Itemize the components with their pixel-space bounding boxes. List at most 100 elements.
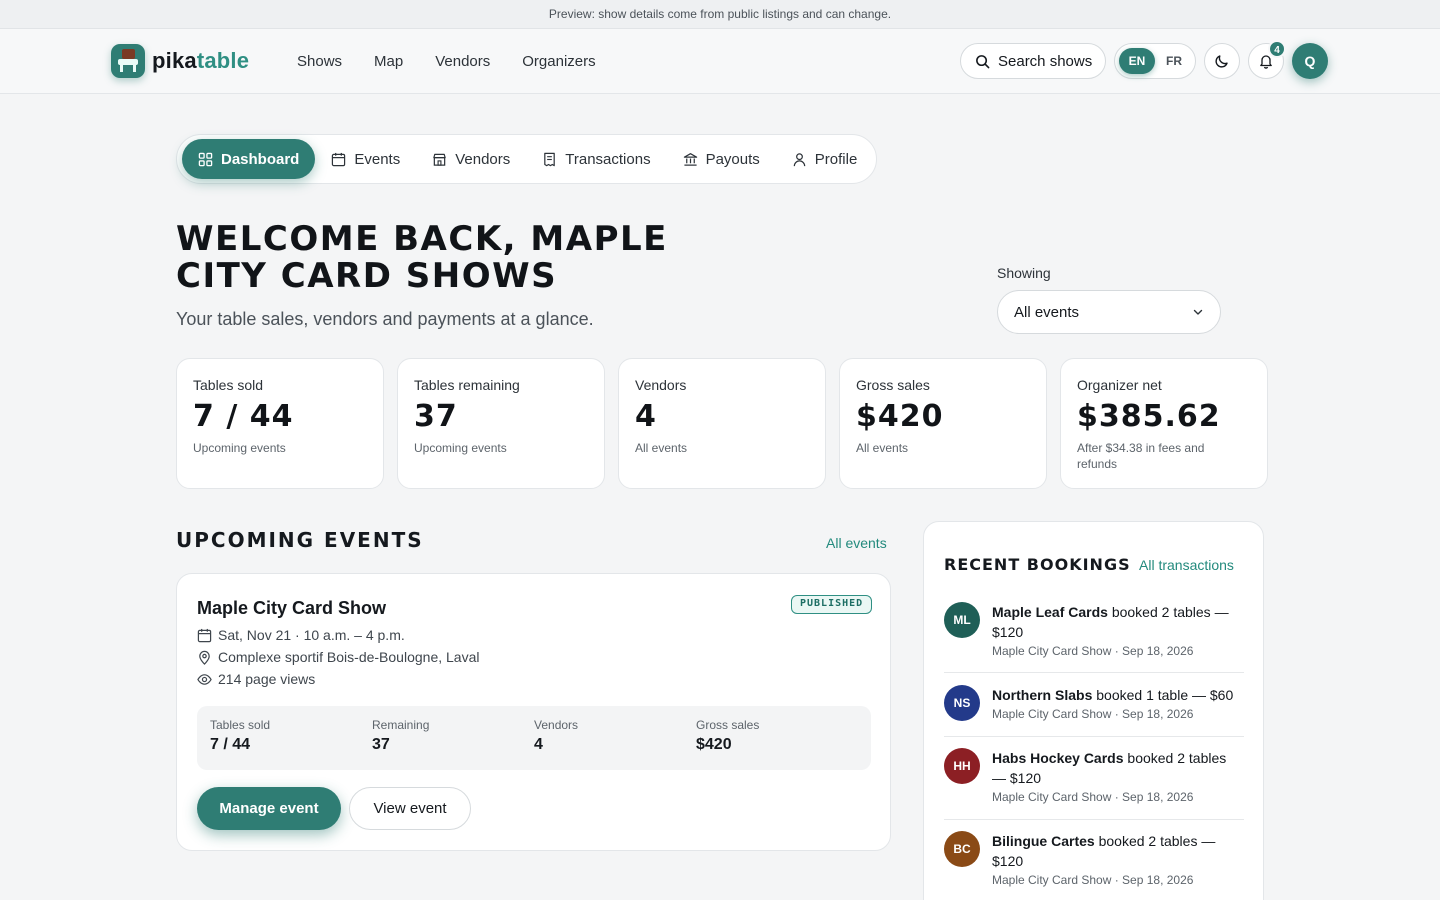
vendor-avatar: HH	[944, 748, 980, 784]
notification-count-badge: 4	[1268, 40, 1286, 58]
dashboard-subnav: Dashboard Events Vendors Transactions Pa…	[176, 134, 877, 184]
stat-value: $385.62	[1077, 399, 1221, 434]
event-name[interactable]: Maple City Card Show	[197, 598, 386, 619]
event-filter-select[interactable]: All events	[997, 290, 1221, 334]
vendor-avatar: BC	[944, 831, 980, 867]
stat-card-organizer-net: Organizer net $385.62 After $34.38 in fe…	[1060, 358, 1268, 489]
event-card: Maple City Card Show PUBLISHED Sat, Nov …	[176, 573, 891, 851]
divider	[944, 736, 1244, 737]
event-metrics: Tables sold 7 / 44 Remaining 37 Vendors …	[197, 706, 871, 770]
upcoming-events-heading: Upcoming events	[176, 528, 424, 552]
vendor-name: Bilingue Cartes	[992, 833, 1095, 849]
nav-link-map[interactable]: Map	[374, 53, 403, 70]
chevron-down-icon	[1193, 309, 1203, 315]
nav-link-organizers[interactable]: Organizers	[522, 53, 595, 70]
stat-label: Vendors	[635, 377, 687, 393]
receipt-icon	[544, 152, 556, 166]
brand-name: pikatable	[152, 48, 250, 73]
metric-vendors: Vendors 4	[534, 718, 696, 758]
metric-remaining: Remaining 37	[372, 718, 534, 758]
all-transactions-link[interactable]: All transactions	[1139, 557, 1234, 573]
tab-events[interactable]: Events	[315, 139, 416, 179]
metric-value: 37	[372, 736, 390, 753]
tab-label: Events	[354, 150, 401, 168]
eye-icon	[197, 673, 212, 685]
stat-label: Tables remaining	[414, 377, 520, 393]
tab-profile[interactable]: Profile	[776, 139, 874, 179]
page-title: Welcome back, Maple City Card Shows	[176, 219, 668, 296]
booking-text: Bilingue Cartes booked 2 tables — $120 M…	[992, 831, 1244, 889]
stat-subtext: All events	[856, 441, 909, 455]
view-event-button[interactable]: View event	[349, 787, 471, 830]
stat-card-vendors: Vendors 4 All events	[618, 358, 826, 489]
stat-label: Organizer net	[1077, 377, 1162, 393]
vendor-name: Northern Slabs	[992, 687, 1093, 703]
event-filter-value: All events	[1014, 303, 1080, 321]
lang-en-button[interactable]: EN	[1119, 48, 1155, 74]
calendar-icon	[332, 152, 346, 166]
tab-label: Vendors	[455, 150, 511, 168]
search-label: Search shows	[998, 52, 1093, 70]
tab-label: Payouts	[705, 150, 760, 168]
metric-value: $420	[696, 736, 732, 753]
tab-label: Transactions	[565, 150, 651, 168]
lang-fr-button[interactable]: FR	[1159, 54, 1189, 68]
search-shows-button[interactable]: Search shows	[960, 43, 1106, 79]
calendar-icon	[197, 628, 212, 642]
storefront-icon	[433, 153, 446, 166]
metric-label: Remaining	[372, 718, 430, 732]
event-views: 214 page views	[197, 671, 315, 687]
booking-meta: Maple City Card Show · Sep 18, 2026	[992, 790, 1194, 804]
map-pin-icon	[199, 650, 210, 665]
event-date: Sat, Nov 21 · 10 a.m. – 4 p.m.	[197, 627, 405, 643]
booking-meta: Maple City Card Show · Sep 18, 2026	[992, 644, 1194, 658]
booking-meta: Maple City Card Show · Sep 18, 2026	[992, 873, 1194, 887]
metric-label: Tables sold	[210, 718, 271, 732]
tab-dashboard[interactable]: Dashboard	[182, 139, 316, 179]
all-events-link[interactable]: All events	[826, 535, 887, 551]
top-navigation: pikatable Shows Map Vendors Organizers S…	[0, 29, 1440, 94]
manage-event-button[interactable]: Manage event	[197, 787, 341, 830]
vendor-name: Habs Hockey Cards	[992, 750, 1124, 766]
stats-row: Tables sold 7 / 44 Upcoming events Table…	[176, 358, 1268, 489]
page-tagline: Your table sales, vendors and payments a…	[176, 309, 594, 329]
table-logo-icon	[111, 44, 145, 78]
showing-label: Showing	[997, 265, 1051, 281]
stat-card-tables-remaining: Tables remaining 37 Upcoming events	[397, 358, 605, 489]
recent-bookings-panel: Recent bookings All transactions ML Mapl…	[923, 521, 1264, 900]
vendor-avatar: ML	[944, 602, 980, 638]
moon-icon	[1215, 55, 1228, 68]
event-date-text: Sat, Nov 21 · 10 a.m. – 4 p.m.	[218, 627, 405, 643]
tab-transactions[interactable]: Transactions	[526, 139, 666, 179]
stat-subtext: Upcoming events	[414, 441, 507, 455]
stat-value: $420	[856, 399, 944, 434]
nav-link-shows[interactable]: Shows	[297, 53, 342, 70]
stat-value: 4	[635, 399, 657, 434]
stat-subtext: After $34.38 in fees and refunds	[1077, 441, 1205, 471]
booking-action: booked 1 table — $60	[1092, 687, 1234, 703]
theme-toggle-button[interactable]	[1204, 43, 1240, 79]
nav-link-vendors[interactable]: Vendors	[435, 53, 490, 70]
divider	[944, 819, 1244, 820]
brand-logo[interactable]: pikatable	[111, 44, 249, 78]
event-views-text: 214 page views	[218, 671, 316, 687]
tab-label: Profile	[814, 150, 858, 168]
main-links: Shows Map Vendors Organizers	[297, 29, 596, 94]
stat-card-gross-sales: Gross sales $420 All events	[839, 358, 1047, 489]
tab-payouts[interactable]: Payouts	[667, 139, 776, 179]
user-avatar[interactable]: Q	[1292, 43, 1328, 79]
stat-card-tables-sold: Tables sold 7 / 44 Upcoming events	[176, 358, 384, 489]
tab-label: Dashboard	[221, 150, 300, 168]
status-badge: PUBLISHED	[791, 595, 873, 614]
tab-vendors[interactable]: Vendors	[416, 139, 526, 179]
booking-text: Maple Leaf Cards booked 2 tables — $120 …	[992, 602, 1244, 660]
grid-icon	[198, 152, 213, 166]
metric-value: 7 / 44	[210, 736, 251, 753]
stat-label: Tables sold	[193, 377, 264, 393]
metric-label: Vendors	[534, 718, 579, 732]
stat-value: 37	[414, 399, 458, 434]
booking-text: Northern Slabs booked 1 table — $60 Mapl…	[992, 685, 1244, 723]
stat-subtext: Upcoming events	[193, 441, 286, 455]
divider	[944, 672, 1244, 673]
metric-gross-sales: Gross sales $420	[696, 718, 858, 758]
